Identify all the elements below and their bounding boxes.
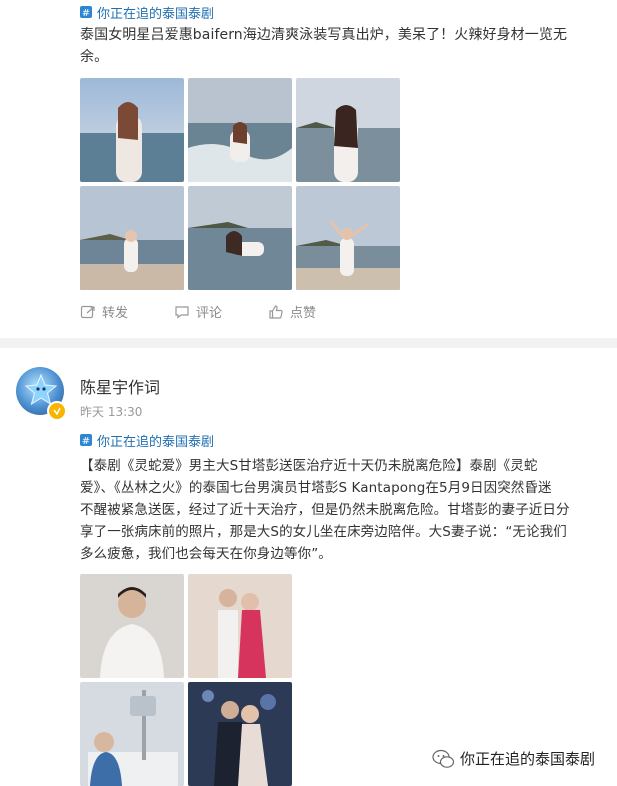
thumbs-up-icon — [269, 304, 283, 319]
svg-text:#: # — [82, 8, 90, 18]
topic-tag-label: 你正在追的泰国泰剧 — [97, 6, 215, 22]
post-1-image-grid — [80, 78, 400, 290]
post-1: # 你正在追的泰国泰剧 泰国女明星吕爱惠baifern海边清爽泳装写真出炉，美呆… — [0, 0, 617, 338]
post-1-text: 泰国女明星吕爱惠baifern海边清爽泳装写真出炉，美呆了！火辣好身材一览无 余… — [80, 24, 590, 68]
post-1-action-bar: 转发 评论 点赞 — [80, 302, 362, 321]
comment-icon — [175, 305, 189, 319]
comment-button[interactable]: 评论 — [174, 302, 268, 321]
like-button[interactable]: 点赞 — [268, 302, 362, 321]
post-1-text-line: 泰国女明星吕爱惠baifern海边清爽泳装写真出炉，美呆了！火辣好身材一览无 — [80, 27, 568, 43]
post-2-text-line: 不醒被紧急送医，经过了近十天治疗，但是仍然未脱离危险。甘塔彭的妻子近日分 — [80, 502, 570, 518]
photo-thumbnail[interactable] — [80, 78, 184, 182]
post-2-text-line: 爱》、《丛林之火》的泰国七台男演员甘塔彭S Kantapong在5月9日因突然昏… — [80, 480, 552, 496]
comment-label: 评论 — [196, 306, 223, 321]
post-2-image-grid — [80, 574, 292, 786]
topic-tag-label: 你正在追的泰国泰剧 — [97, 434, 215, 450]
photo-thumbnail[interactable] — [80, 682, 184, 786]
topic-tag-link[interactable]: # 你正在追的泰国泰剧 — [80, 2, 214, 22]
post-2-text-line: 多么疲惫，我们也会每天在你身边等你”。 — [80, 546, 332, 562]
post-2-text-line: 享了一张病床前的照片，那是大S的女儿坐在床旁边陪伴。大S妻子说：“无论我们 — [80, 524, 567, 540]
post-1-text-line: 余。 — [80, 49, 109, 65]
wechat-icon — [432, 749, 454, 768]
photo-thumbnail[interactable] — [296, 186, 400, 290]
post-2-text: 【泰剧《灵蛇爱》男主大S甘塔彭送医治疗近十天仍未脱离危险】泰剧《灵蛇 爱》、《丛… — [80, 455, 590, 565]
post-2-author[interactable]: 陈星宇作词 — [80, 374, 160, 398]
post-divider — [0, 338, 617, 348]
photo-thumbnail[interactable] — [188, 78, 292, 182]
watermark-label: 你正在追的泰国泰剧 — [460, 750, 596, 768]
photo-thumbnail[interactable] — [296, 78, 400, 182]
photo-thumbnail[interactable] — [188, 574, 292, 678]
wechat-watermark: 你正在追的泰国泰剧 — [432, 748, 595, 769]
post-2-text-line: 【泰剧《灵蛇爱》男主大S甘塔彭送医治疗近十天仍未脱离危险】泰剧《灵蛇 — [80, 458, 538, 474]
repost-button[interactable]: 转发 — [80, 302, 174, 321]
post-2-timestamp: 昨天 13:30 — [80, 405, 143, 419]
photo-thumbnail[interactable] — [188, 186, 292, 290]
topic-tag-link[interactable]: # 你正在追的泰国泰剧 — [80, 430, 214, 450]
svg-text:#: # — [82, 436, 90, 446]
topic-icon: # — [80, 434, 92, 446]
photo-thumbnail[interactable] — [80, 574, 184, 678]
photo-thumbnail[interactable] — [80, 186, 184, 290]
repost-label: 转发 — [102, 306, 129, 321]
like-label: 点赞 — [290, 306, 317, 321]
repost-icon — [80, 305, 95, 318]
topic-icon: # — [80, 6, 92, 18]
photo-thumbnail[interactable] — [188, 682, 292, 786]
verified-badge-icon — [47, 401, 67, 421]
